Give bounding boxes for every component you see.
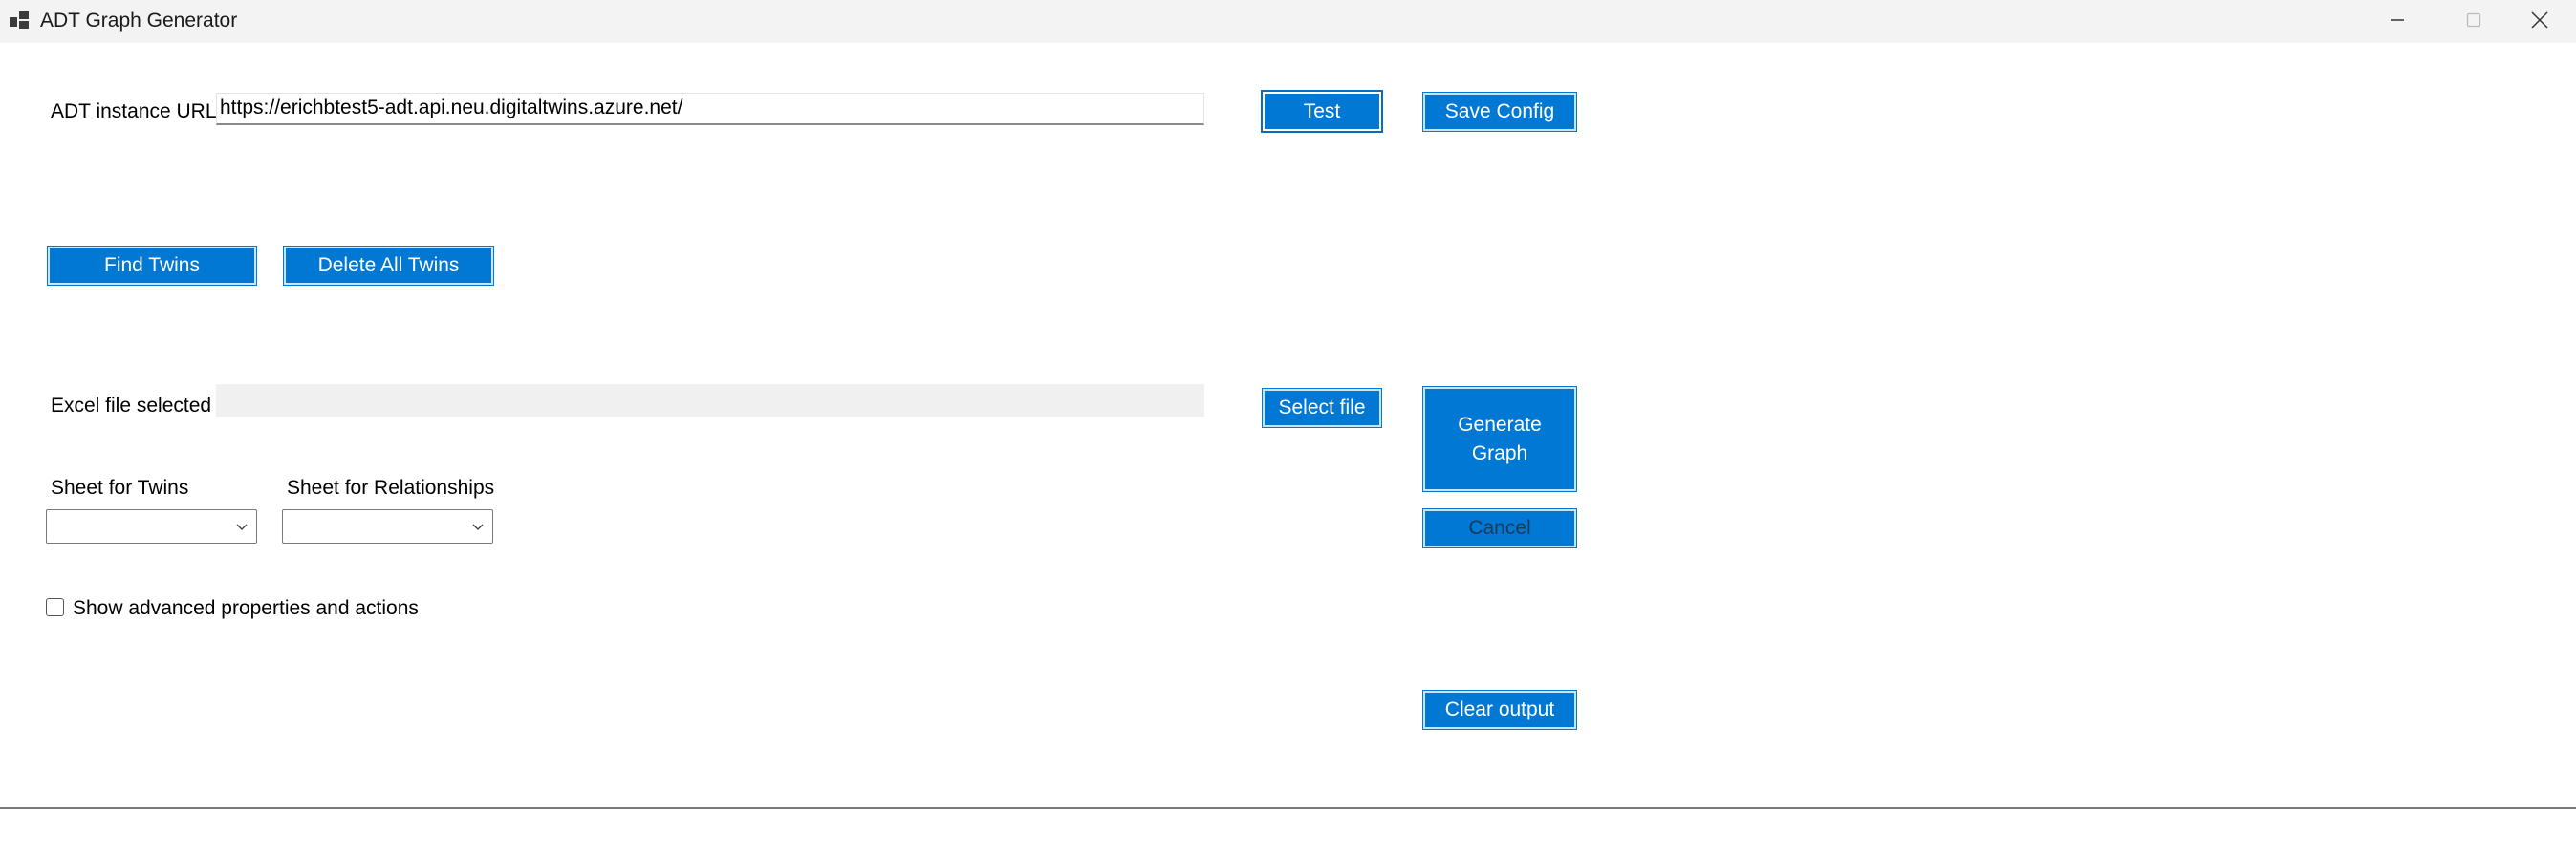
chevron-down-icon xyxy=(472,524,484,530)
generate-graph-line1: Generate xyxy=(1458,413,1542,436)
window-title: ADT Graph Generator xyxy=(40,10,238,32)
sheet-relationships-label: Sheet for Relationships xyxy=(287,477,495,499)
excel-file-label: Excel file selected xyxy=(51,395,212,417)
delete-all-twins-button[interactable]: Delete All Twins xyxy=(283,246,494,286)
minimize-button[interactable] xyxy=(2359,0,2434,43)
excel-file-field xyxy=(216,384,1204,417)
app-icon xyxy=(10,10,31,31)
minimize-icon xyxy=(2391,19,2404,21)
sheet-relationships-dropdown[interactable] xyxy=(282,509,493,544)
maximize-button[interactable] xyxy=(2435,0,2510,43)
save-config-button[interactable]: Save Config xyxy=(1422,92,1577,132)
cancel-button[interactable]: Cancel xyxy=(1422,508,1577,548)
close-button[interactable] xyxy=(2501,0,2576,43)
chevron-down-icon xyxy=(236,524,248,530)
adt-url-input[interactable]: https://erichbtest5-adt.api.neu.digitalt… xyxy=(216,93,1204,125)
find-twins-button[interactable]: Find Twins xyxy=(47,246,257,286)
generate-graph-line2: Graph xyxy=(1471,441,1528,464)
output-divider xyxy=(0,807,2576,809)
sheet-twins-label: Sheet for Twins xyxy=(51,477,189,499)
adt-url-label: ADT instance URL xyxy=(51,100,217,122)
sheet-twins-dropdown[interactable] xyxy=(46,509,257,544)
advanced-checkbox[interactable] xyxy=(46,598,64,616)
close-icon xyxy=(2531,11,2548,29)
maximize-icon xyxy=(2466,12,2481,28)
generate-graph-button[interactable]: Generate Graph xyxy=(1422,386,1577,492)
test-button[interactable]: Test xyxy=(1261,90,1383,133)
advanced-checkbox-label: Show advanced properties and actions xyxy=(73,597,419,619)
title-bar: ADT Graph Generator xyxy=(0,0,2576,43)
select-file-button[interactable]: Select file xyxy=(1262,388,1382,428)
clear-output-button[interactable]: Clear output xyxy=(1422,690,1577,730)
